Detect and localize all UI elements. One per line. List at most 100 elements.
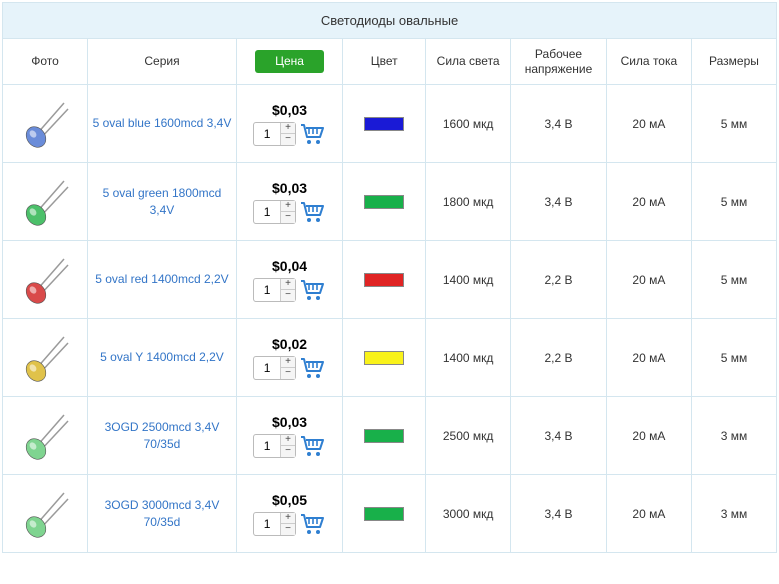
products-table: Светодиоды овальные Фото Серия Цена Цвет…	[2, 2, 777, 553]
cell-current: 20 мА	[606, 241, 691, 319]
cell-size: 5 мм	[691, 85, 776, 163]
cell-size: 3 мм	[691, 397, 776, 475]
quantity-input[interactable]	[254, 435, 280, 457]
series-link[interactable]: 5 oval red 1400mcd 2,2V	[95, 272, 228, 286]
qty-decrease-button[interactable]: −	[281, 289, 295, 300]
cell-price: $0,05 + −	[236, 475, 342, 553]
cell-current: 20 мА	[606, 397, 691, 475]
led-photo-icon	[18, 331, 72, 385]
cell-series: 3OGD 2500mcd 3,4V 70/35d	[88, 397, 237, 475]
led-photo-icon	[18, 487, 72, 541]
color-swatch	[364, 429, 404, 443]
cell-size: 3 мм	[691, 475, 776, 553]
cell-price: $0,03 + −	[236, 397, 342, 475]
table-row: 5 oval Y 1400mcd 2,2V $0,02 + −	[3, 319, 777, 397]
led-photo-icon	[18, 97, 72, 151]
cell-photo	[3, 163, 88, 241]
cell-series: 5 oval red 1400mcd 2,2V	[88, 241, 237, 319]
cell-price: $0,03 + −	[236, 85, 342, 163]
qty-decrease-button[interactable]: −	[281, 211, 295, 222]
cell-current: 20 мА	[606, 163, 691, 241]
cell-current: 20 мА	[606, 475, 691, 553]
price-value: $0,05	[241, 492, 338, 508]
table-row: 5 oval green 1800mcd 3,4V $0,03 + −	[3, 163, 777, 241]
header-series[interactable]: Серия	[88, 39, 237, 85]
cell-voltage: 2,2 В	[511, 241, 607, 319]
price-header-badge: Цена	[255, 50, 324, 73]
cell-color	[343, 475, 426, 553]
series-link[interactable]: 5 oval Y 1400mcd 2,2V	[100, 350, 224, 364]
qty-decrease-button[interactable]: −	[281, 133, 295, 144]
price-value: $0,04	[241, 258, 338, 274]
cell-size: 5 мм	[691, 163, 776, 241]
qty-increase-button[interactable]: +	[281, 279, 295, 290]
cell-photo	[3, 319, 88, 397]
table-row: 3OGD 2500mcd 3,4V 70/35d $0,03 + −	[3, 397, 777, 475]
add-to-cart-icon[interactable]	[300, 512, 326, 536]
add-to-cart-icon[interactable]	[300, 356, 326, 380]
quantity-stepper: + −	[253, 434, 296, 458]
quantity-stepper: + −	[253, 356, 296, 380]
header-photo[interactable]: Фото	[3, 39, 88, 85]
table-title: Светодиоды овальные	[3, 3, 777, 39]
cell-current: 20 мА	[606, 85, 691, 163]
add-to-cart-icon[interactable]	[300, 434, 326, 458]
header-color[interactable]: Цвет	[343, 39, 426, 85]
cell-color	[343, 397, 426, 475]
cell-size: 5 мм	[691, 241, 776, 319]
qty-increase-button[interactable]: +	[281, 357, 295, 368]
quantity-stepper: + −	[253, 512, 296, 536]
led-photo-icon	[18, 253, 72, 307]
qty-increase-button[interactable]: +	[281, 201, 295, 212]
quantity-stepper: + −	[253, 122, 296, 146]
cell-color	[343, 163, 426, 241]
quantity-input[interactable]	[254, 201, 280, 223]
quantity-input[interactable]	[254, 123, 280, 145]
cell-price: $0,03 + −	[236, 163, 342, 241]
cell-photo	[3, 475, 88, 553]
qty-increase-button[interactable]: +	[281, 513, 295, 524]
qty-decrease-button[interactable]: −	[281, 367, 295, 378]
series-link[interactable]: 3OGD 3000mcd 3,4V 70/35d	[105, 498, 220, 529]
qty-increase-button[interactable]: +	[281, 435, 295, 446]
cell-color	[343, 85, 426, 163]
price-value: $0,02	[241, 336, 338, 352]
quantity-input[interactable]	[254, 513, 280, 535]
header-row: Фото Серия Цена Цвет Сила света Рабочее …	[3, 39, 777, 85]
quantity-input[interactable]	[254, 357, 280, 379]
price-value: $0,03	[241, 414, 338, 430]
qty-increase-button[interactable]: +	[281, 123, 295, 134]
cell-current: 20 мА	[606, 319, 691, 397]
header-luminous[interactable]: Сила света	[426, 39, 511, 85]
cell-voltage: 3,4 В	[511, 85, 607, 163]
quantity-input[interactable]	[254, 279, 280, 301]
cell-series: 5 oval green 1800mcd 3,4V	[88, 163, 237, 241]
cell-voltage: 3,4 В	[511, 475, 607, 553]
add-to-cart-icon[interactable]	[300, 122, 326, 146]
header-voltage[interactable]: Рабочее напряжение	[511, 39, 607, 85]
led-photo-icon	[18, 175, 72, 229]
header-size[interactable]: Размеры	[691, 39, 776, 85]
color-swatch	[364, 507, 404, 521]
add-to-cart-icon[interactable]	[300, 200, 326, 224]
cell-photo	[3, 241, 88, 319]
price-value: $0,03	[241, 180, 338, 196]
series-link[interactable]: 3OGD 2500mcd 3,4V 70/35d	[105, 420, 220, 451]
series-link[interactable]: 5 oval green 1800mcd 3,4V	[103, 186, 222, 217]
cell-luminous: 3000 мкд	[426, 475, 511, 553]
color-swatch	[364, 117, 404, 131]
qty-decrease-button[interactable]: −	[281, 523, 295, 534]
cell-voltage: 2,2 В	[511, 319, 607, 397]
cell-photo	[3, 397, 88, 475]
cell-luminous: 1400 мкд	[426, 241, 511, 319]
cell-size: 5 мм	[691, 319, 776, 397]
header-price[interactable]: Цена	[236, 39, 342, 85]
header-current[interactable]: Сила тока	[606, 39, 691, 85]
add-to-cart-icon[interactable]	[300, 278, 326, 302]
cell-color	[343, 319, 426, 397]
series-link[interactable]: 5 oval blue 1600mcd 3,4V	[93, 116, 232, 130]
cell-price: $0,02 + −	[236, 319, 342, 397]
cell-price: $0,04 + −	[236, 241, 342, 319]
qty-decrease-button[interactable]: −	[281, 445, 295, 456]
cell-luminous: 1600 мкд	[426, 85, 511, 163]
